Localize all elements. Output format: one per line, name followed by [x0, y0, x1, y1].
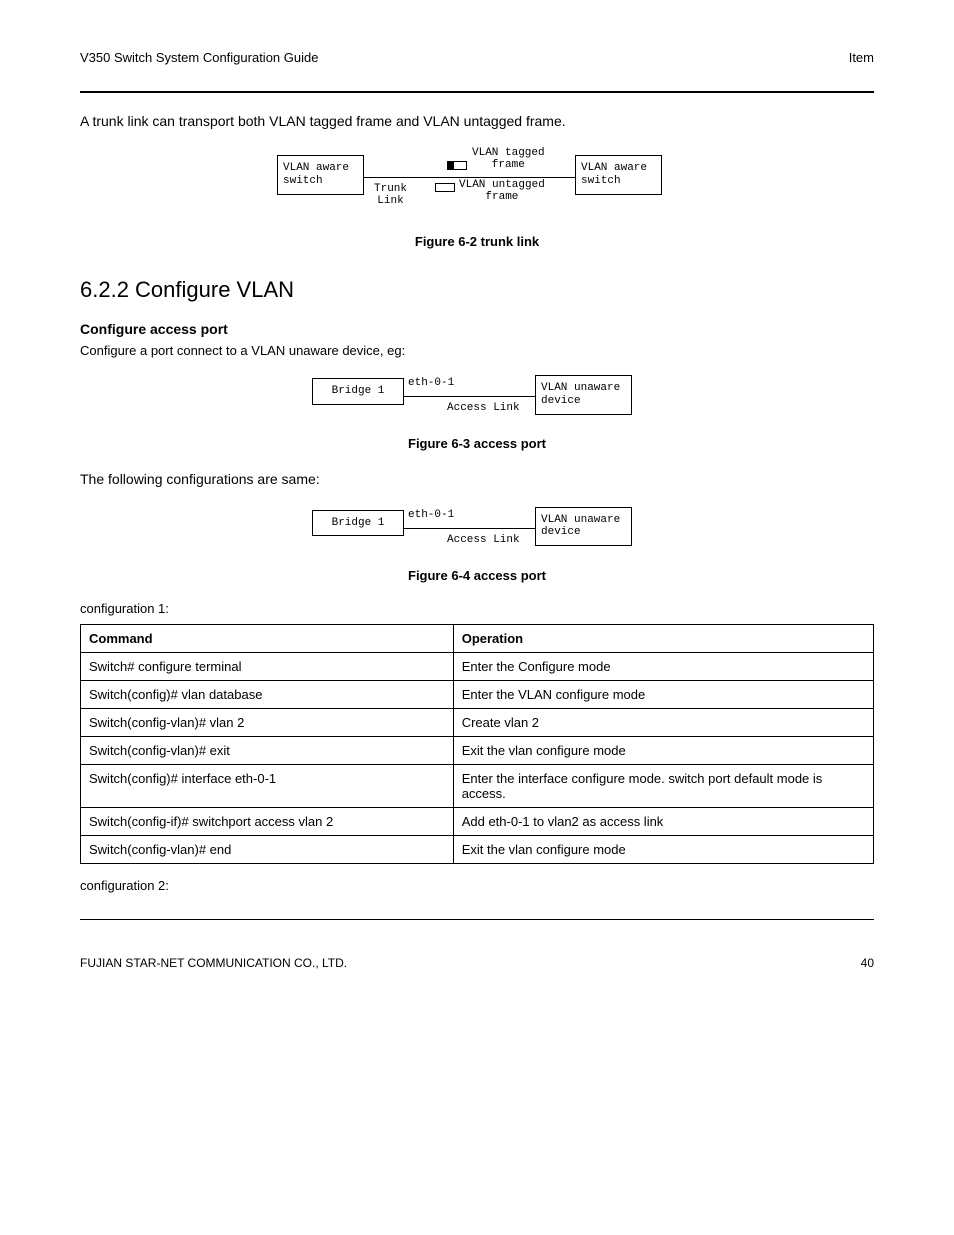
label-vlan-tagged: VLAN tagged frame [472, 147, 545, 171]
cell-command: Switch(config)# vlan database [81, 680, 454, 708]
packet-tagged-icon [447, 161, 467, 170]
th-command: Command [81, 624, 454, 652]
figure-trunk-link: VLAN aware switch Trunk Link VLAN tagged… [80, 141, 874, 224]
cell-operation: Exit the vlan configure mode [453, 835, 873, 863]
table-row: Command Operation [81, 624, 874, 652]
table-row: Switch(config)# vlan databaseEnter the V… [81, 680, 874, 708]
divider [80, 91, 874, 93]
box-bridge-1-b: Bridge 1 [332, 517, 385, 529]
cell-command: Switch(config)# interface eth-0-1 [81, 764, 454, 807]
table-row: Switch(config-if)# switchport access vla… [81, 807, 874, 835]
footer-divider [80, 919, 874, 920]
config-table: Command Operation Switch# configure term… [80, 624, 874, 864]
config2-title: configuration 2: [80, 878, 874, 893]
footer-page: 40 [861, 956, 874, 970]
label-access-link-b: Access Link [447, 534, 520, 546]
cell-operation: Exit the vlan configure mode [453, 736, 873, 764]
cell-operation: Enter the Configure mode [453, 652, 873, 680]
cell-command: Switch(config-vlan)# exit [81, 736, 454, 764]
figure-access-port-2: Bridge 1 eth-0-1 Access Link VLAN unawar… [80, 500, 874, 558]
cell-command: Switch# configure terminal [81, 652, 454, 680]
figure-access-port-1: Bridge 1 eth-0-1 Access Link VLAN unawar… [80, 368, 874, 426]
figure-caption-6-2: Figure 6-2 trunk link [80, 234, 874, 249]
table-row: Switch(config-vlan)# endExit the vlan co… [81, 835, 874, 863]
table-intro-text: The following configurations are same: [80, 469, 874, 489]
intro-paragraph: A trunk link can transport both VLAN tag… [80, 111, 874, 131]
label-trunk-link: Trunk Link [374, 183, 407, 207]
footer-company: FUJIAN STAR-NET COMMUNICATION CO., LTD. [80, 956, 347, 970]
cell-operation: Enter the interface configure mode. swit… [453, 764, 873, 807]
label-access-link: Access Link [447, 402, 520, 414]
th-operation: Operation [453, 624, 873, 652]
table-row: Switch(config)# interface eth-0-1Enter t… [81, 764, 874, 807]
doc-title: V350 Switch System Configuration Guide [80, 50, 318, 65]
cell-command: Switch(config-if)# switchport access vla… [81, 807, 454, 835]
cell-operation: Enter the VLAN configure mode [453, 680, 873, 708]
box-vlan-unaware-b: VLAN unaware device [541, 514, 620, 539]
cell-command: Switch(config-vlan)# end [81, 835, 454, 863]
figure-caption-6-4: Figure 6-4 access port [80, 568, 874, 583]
table-row: Switch(config-vlan)# exitExit the vlan c… [81, 736, 874, 764]
box-vlan-aware-right: VLAN aware switch [581, 162, 647, 187]
packet-untagged-icon [435, 183, 455, 192]
label-eth01: eth-0-1 [408, 377, 454, 389]
subsection-heading: Configure access port [80, 321, 874, 337]
table-row: Switch(config-vlan)# vlan 2Create vlan 2 [81, 708, 874, 736]
config-description: Configure a port connect to a VLAN unawa… [80, 343, 874, 358]
figure-caption-6-3: Figure 6-3 access port [80, 436, 874, 451]
cell-operation: Create vlan 2 [453, 708, 873, 736]
box-bridge-1: Bridge 1 [332, 385, 385, 397]
label-vlan-untagged: VLAN untagged frame [459, 179, 545, 203]
box-vlan-unaware: VLAN unaware device [541, 382, 620, 407]
config1-title: configuration 1: [80, 601, 874, 616]
cell-command: Switch(config-vlan)# vlan 2 [81, 708, 454, 736]
cell-operation: Add eth-0-1 to vlan2 as access link [453, 807, 873, 835]
box-vlan-aware-left: VLAN aware switch [283, 162, 349, 187]
table-row: Switch# configure terminalEnter the Conf… [81, 652, 874, 680]
label-eth01-b: eth-0-1 [408, 509, 454, 521]
section-heading: 6.2.2 Configure VLAN [80, 277, 874, 303]
header-item: Item [849, 50, 874, 65]
